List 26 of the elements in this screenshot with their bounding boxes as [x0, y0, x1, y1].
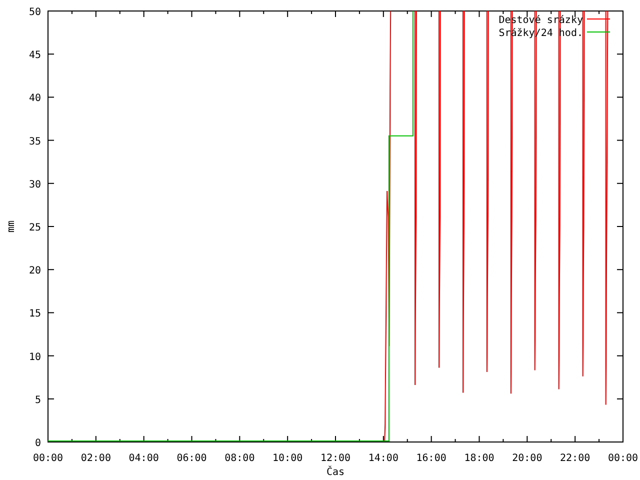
x-tick-label: 08:00	[224, 453, 255, 464]
y-tick-label: 10	[28, 352, 41, 363]
y-tick-label: 35	[28, 136, 41, 148]
y-tick-label: 40	[28, 93, 41, 104]
x-axis-title: Čas	[326, 467, 345, 478]
x-tick-label: 20:00	[512, 453, 542, 464]
y-tick-label: 5	[34, 394, 41, 406]
y-axis-title: mm	[6, 220, 17, 233]
x-tick-label: 00:00	[608, 453, 638, 464]
y-tick-label: 25	[28, 222, 41, 234]
y-tick-label: 45	[28, 50, 41, 62]
y-tick-label: 0	[34, 438, 41, 449]
x-tick-label: 02:00	[80, 453, 111, 464]
x-tick-label: 06:00	[176, 453, 207, 464]
x-tick-label: 04:00	[128, 453, 159, 464]
x-tick-label: 22:00	[560, 453, 590, 464]
y-tick-label: 50	[28, 7, 41, 18]
y-tick-label: 30	[28, 179, 41, 190]
x-tick-label: 10:00	[272, 453, 303, 464]
x-tick-label: 18:00	[464, 453, 494, 464]
y-tick-label: 15	[28, 308, 41, 320]
x-tick-label: 14:00	[368, 453, 398, 464]
x-tick-label: 12:00	[320, 453, 351, 464]
x-tick-label: 00:00	[32, 453, 64, 464]
x-tick-label: 16:00	[416, 453, 446, 464]
y-tick-label: 20	[28, 266, 41, 277]
